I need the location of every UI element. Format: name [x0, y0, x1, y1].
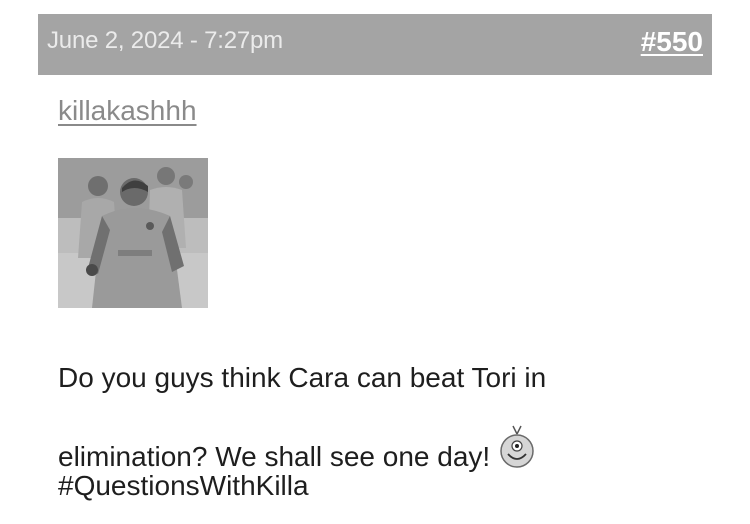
smiley-icon [500, 425, 534, 468]
post-hashtag: #QuestionsWithKilla [58, 470, 309, 501]
avatar-photo [58, 158, 208, 308]
avatar[interactable] [58, 158, 208, 308]
username-link[interactable]: killakashhh [58, 95, 197, 127]
post-text-line-2: elimination? We shall see one day! [58, 441, 491, 472]
post-body: Do you guys think Cara can beat Tori in … [58, 362, 698, 502]
post-number-link[interactable]: #550 [641, 26, 703, 58]
post-text-line-1: Do you guys think Cara can beat Tori in [58, 362, 547, 393]
post-date: June 2, 2024 - 7:27pm [47, 27, 283, 54]
post-header: June 2, 2024 - 7:27pm #550 [38, 14, 712, 75]
